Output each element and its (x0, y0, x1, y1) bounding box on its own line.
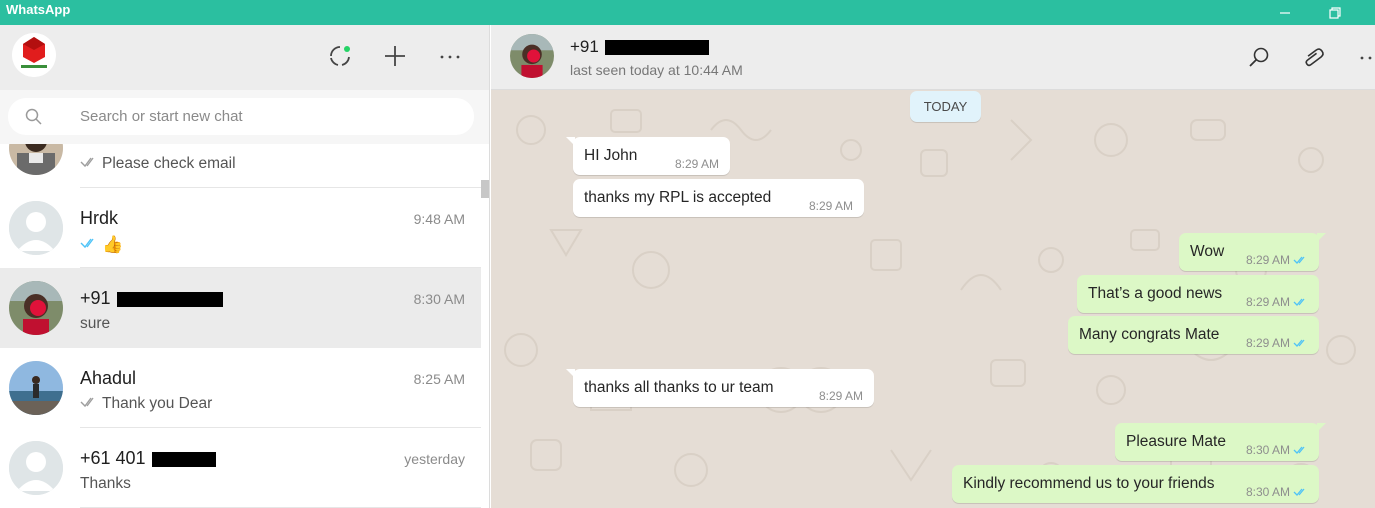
search-bar (0, 90, 489, 144)
message-bubble-outgoing[interactable]: That’s a good news 8:29 AM (1077, 275, 1319, 313)
message-text: Wow (1190, 243, 1225, 260)
default-avatar-icon (9, 441, 63, 495)
message-bubble-incoming[interactable]: thanks my RPL is accepted 8:29 AM (573, 179, 864, 217)
conversation-menu-icon[interactable] (1355, 44, 1375, 70)
status-icon[interactable] (327, 43, 353, 69)
new-chat-icon[interactable] (382, 43, 408, 69)
message-text: That’s a good news (1088, 285, 1223, 302)
contact-name: +61 401 (80, 448, 216, 469)
menu-icon[interactable] (437, 43, 463, 69)
search-input[interactable] (80, 98, 460, 135)
chat-list-item[interactable]: Ahadul 8:25 AM Thank you Dear (0, 348, 481, 428)
chat-time: 8:25 AM (413, 371, 465, 387)
message-text: thanks my RPL is accepted (584, 189, 772, 206)
read-ticks-icon (1293, 298, 1305, 306)
message-bubble-outgoing[interactable]: Wow 8:29 AM (1179, 233, 1326, 271)
message-time: 8:29 AM (1246, 253, 1309, 267)
message-text: Pleasure Mate (1126, 433, 1226, 450)
contact-avatar (9, 281, 63, 335)
chat-time: yesterday (404, 451, 465, 467)
chat-time: 9:48 AM (413, 211, 465, 227)
message-text: Kindly recommend us to your friends (963, 475, 1215, 492)
chat-preview: sure (80, 315, 111, 332)
redacted-number (116, 291, 223, 307)
contact-name: Ahadul (80, 368, 137, 388)
message-text: thanks all thanks to ur team (584, 379, 774, 396)
chat-preview: Please check email (80, 155, 236, 173)
restore-icon (1329, 6, 1341, 19)
message-text: Many congrats Mate (1079, 326, 1220, 343)
left-header (0, 25, 489, 90)
contact-avatar[interactable] (510, 34, 554, 78)
chat-list-pane: Please check email Hrdk 9:48 AM 👍 +91 8:… (0, 25, 490, 508)
message-bubble-incoming[interactable]: HI John 8:29 AM (566, 137, 730, 175)
message-bubble-outgoing[interactable]: Kindly recommend us to your friends 8:30… (952, 465, 1319, 503)
message-area: TODAY HI John 8:29 AM thanks my RPL is a… (491, 90, 1375, 508)
minimize-button[interactable] (1262, 0, 1308, 25)
message-time: 8:29 AM (1246, 336, 1309, 350)
conversation-header[interactable]: +91 last seen today at 10:44 AM (491, 25, 1375, 90)
day-divider-badge: TODAY (910, 91, 981, 122)
read-ticks-icon (1293, 488, 1305, 496)
message-time: 8:30 AM (1246, 485, 1309, 499)
chat-list-item[interactable]: +61 401 yesterday Thanks (0, 428, 481, 508)
profile-logo-icon (12, 33, 56, 77)
read-ticks-icon (1293, 339, 1305, 347)
search-icon (25, 108, 42, 130)
last-seen-status: last seen today at 10:44 AM (570, 62, 743, 78)
chat-time: 8:30 AM (413, 291, 465, 307)
chat-list: Please check email Hrdk 9:48 AM 👍 +91 8:… (0, 144, 481, 508)
message-bubble-outgoing[interactable]: Pleasure Mate 8:30 AM (1115, 423, 1326, 461)
app-title: WhatsApp (6, 2, 71, 17)
message-time: 8:29 AM (674, 157, 719, 171)
chat-list-item-active[interactable]: +91 8:30 AM sure (0, 268, 481, 348)
double-tick-icon (80, 395, 100, 413)
contact-name: +91 (80, 288, 223, 309)
minimize-icon (1280, 11, 1290, 14)
chat-list-item[interactable]: Please check email (0, 144, 481, 188)
chat-preview: 👍 (80, 235, 123, 255)
read-ticks-icon (1293, 446, 1305, 454)
chat-preview: Thank you Dear (80, 395, 212, 413)
message-time: 8:30 AM (1246, 443, 1309, 457)
default-avatar-icon (9, 201, 63, 255)
redacted-number (151, 451, 216, 467)
contact-avatar (9, 361, 63, 415)
my-profile-avatar[interactable] (12, 33, 56, 77)
contact-name: Hrdk (80, 208, 119, 228)
redacted-number (604, 40, 709, 56)
chat-list-item[interactable]: Hrdk 9:48 AM 👍 (0, 188, 481, 268)
message-time: 8:29 AM (1246, 295, 1309, 309)
conversation-contact-name: +91 (570, 37, 709, 57)
chat-list-scrollbar[interactable] (481, 180, 489, 198)
read-ticks-icon (1293, 256, 1305, 264)
message-time: 8:29 AM (808, 199, 853, 213)
thumbs-up-icon: 👍 (102, 235, 124, 254)
message-bubble-outgoing[interactable]: Many congrats Mate 8:29 AM (1068, 316, 1319, 354)
message-time: 8:29 AM (818, 389, 863, 403)
double-tick-icon (80, 236, 100, 254)
double-tick-icon (80, 155, 100, 173)
search-box (8, 98, 474, 135)
restore-button[interactable] (1312, 0, 1358, 25)
paperclip-icon[interactable] (1301, 44, 1327, 70)
chat-preview: Thanks (80, 475, 131, 492)
message-text: HI John (584, 147, 638, 164)
contact-avatar (9, 144, 63, 175)
title-bar: WhatsApp (0, 0, 1375, 25)
message-bubble-incoming[interactable]: thanks all thanks to ur team 8:29 AM (566, 369, 874, 407)
search-messages-icon[interactable] (1246, 44, 1272, 70)
conversation-pane: +91 last seen today at 10:44 AM TODAY HI… (491, 25, 1375, 508)
